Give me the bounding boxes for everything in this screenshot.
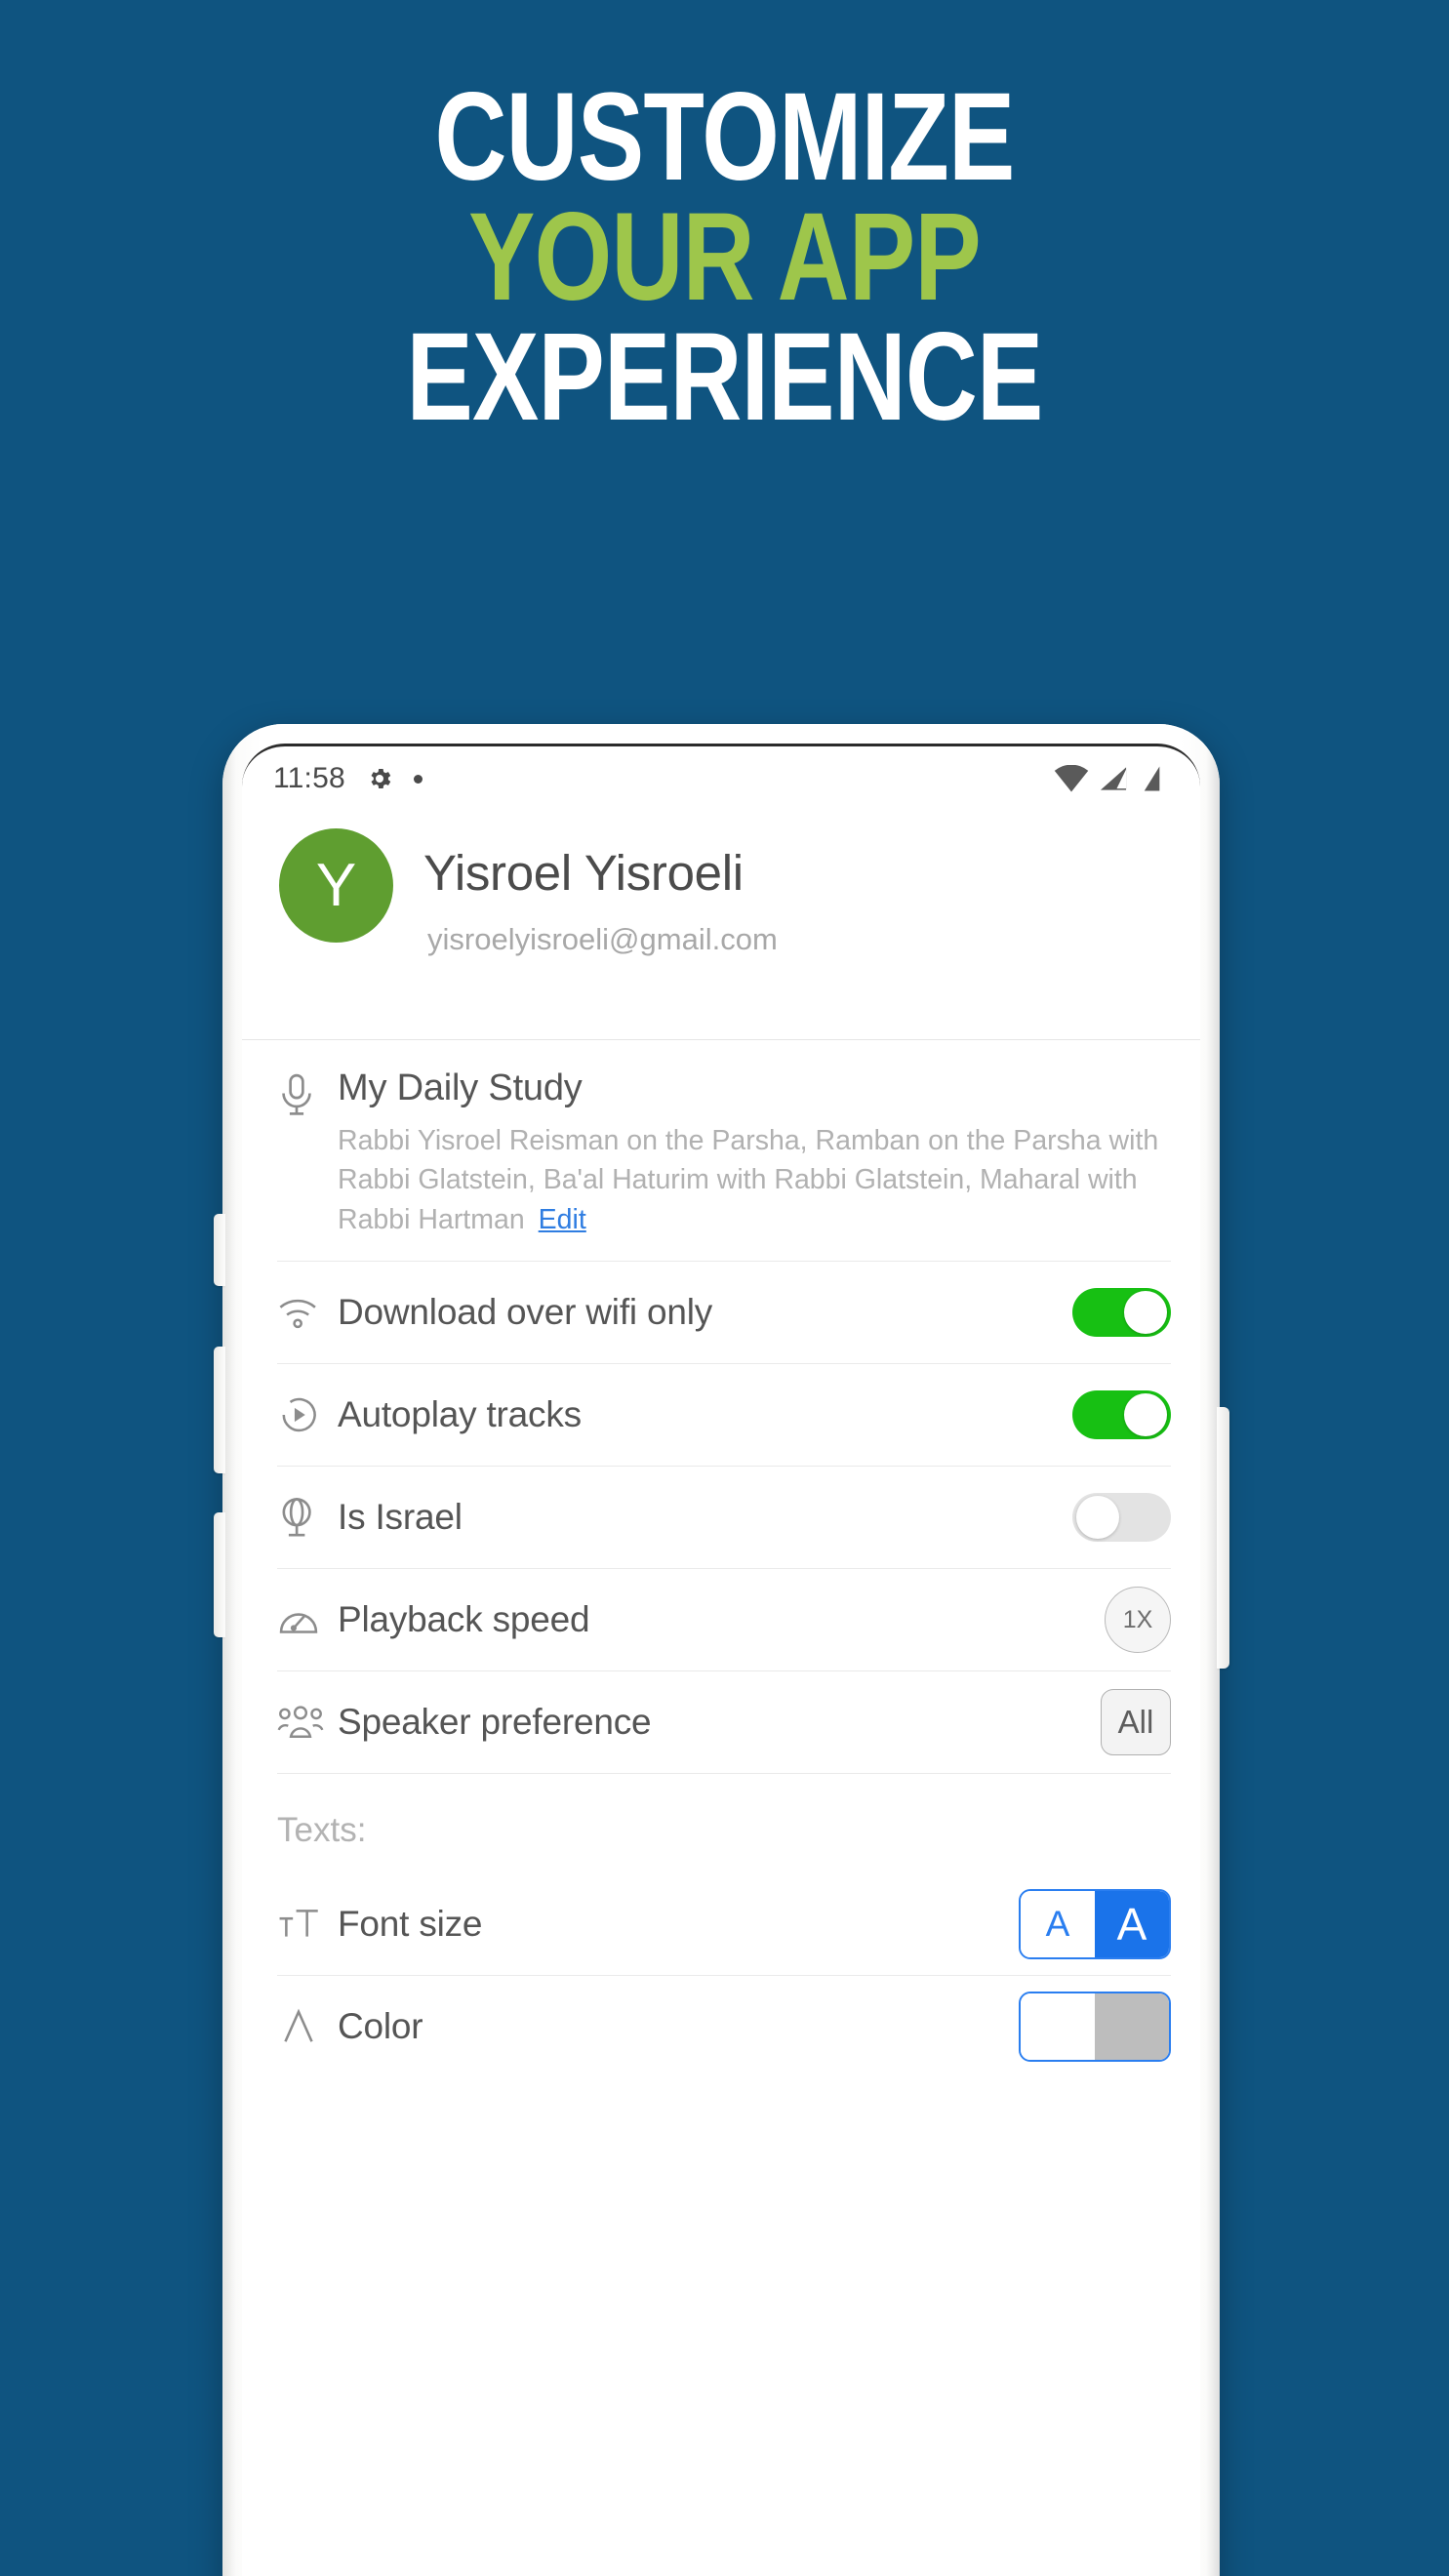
wifi-icon: [1054, 765, 1089, 792]
phone-button-mute[interactable]: [214, 1214, 225, 1286]
font-size-option-small[interactable]: A: [1021, 1891, 1095, 1958]
speedometer-icon: [277, 1599, 338, 1640]
promo-headline: CUSTOMIZE YOUR APP EXPERIENCE: [0, 67, 1449, 447]
toggle-autoplay-tracks[interactable]: [1072, 1390, 1171, 1440]
color-option-light[interactable]: [1021, 1993, 1095, 2061]
phone-screen: 11:58 Y Yisroel Yisroeli yisroelyisroeli…: [242, 744, 1200, 2576]
row-is-israel[interactable]: Is Israel: [242, 1467, 1200, 1568]
row-playback-speed[interactable]: Playback speed 1X: [242, 1569, 1200, 1670]
playback-speed-value[interactable]: 1X: [1105, 1587, 1171, 1654]
section-header-texts: Texts:: [277, 1811, 367, 1850]
status-icons: [1054, 765, 1163, 792]
globe-icon: [277, 1495, 338, 1540]
phone-button-power[interactable]: [1217, 1407, 1229, 1669]
profile-email: yisroelyisroeli@gmail.com: [427, 922, 778, 956]
phone-mockup: 11:58 Y Yisroel Yisroeli yisroelyisroeli…: [214, 724, 1229, 2576]
font-size-segmented-control[interactable]: A A: [1019, 1889, 1171, 1960]
row-autoplay-tracks[interactable]: Autoplay tracks: [242, 1364, 1200, 1466]
toggle-knob: [1076, 1496, 1119, 1540]
people-icon: [277, 1703, 338, 1742]
toggle-knob: [1124, 1393, 1167, 1437]
signal-icon: [1098, 765, 1129, 792]
play-circle-icon: [277, 1393, 338, 1436]
dot-icon: [413, 774, 423, 784]
status-time: 11:58: [273, 762, 345, 794]
setting-label: Playback speed: [338, 1599, 590, 1640]
row-speaker-preference[interactable]: Speaker preference All: [242, 1671, 1200, 1773]
color-segmented-control[interactable]: [1019, 1992, 1171, 2063]
gear-icon: [365, 764, 394, 793]
daily-study-title: My Daily Study: [338, 1067, 583, 1108]
toggle-knob: [1124, 1291, 1167, 1335]
edit-link[interactable]: Edit: [539, 1204, 586, 1235]
battery-icon: [1138, 765, 1163, 792]
speaker-preference-value[interactable]: All: [1101, 1689, 1171, 1756]
setting-label: Color: [338, 2006, 423, 2047]
row-my-daily-study[interactable]: My Daily Study Rabbi Yisroel Reisman on …: [242, 1040, 1200, 1261]
profile-name: Yisroel Yisroeli: [423, 845, 744, 901]
setting-label: Autoplay tracks: [338, 1394, 582, 1435]
profile-header[interactable]: Y Yisroel Yisroeli yisroelyisroeli@gmail…: [242, 811, 1200, 1039]
daily-study-description: Rabbi Yisroel Reisman on the Parsha, Ram…: [338, 1121, 1171, 1239]
daily-study-description-text: Rabbi Yisroel Reisman on the Parsha, Ram…: [338, 1125, 1159, 1235]
toggle-is-israel[interactable]: [1072, 1493, 1171, 1543]
font-size-option-large[interactable]: A: [1095, 1891, 1169, 1958]
font-size-icon: [277, 1904, 338, 1945]
row-download-over-wifi-only[interactable]: Download over wifi only: [242, 1262, 1200, 1363]
avatar: Y: [279, 828, 393, 943]
row-font-size[interactable]: Font size A A: [242, 1873, 1200, 1975]
microphone-icon: [277, 1067, 338, 1239]
headline-line-2: YOUR APP: [468, 186, 981, 327]
setting-label: Font size: [338, 1904, 483, 1945]
phone-button-volume-up[interactable]: [214, 1347, 225, 1473]
wifi-icon: [277, 1295, 338, 1330]
setting-label: Is Israel: [338, 1497, 463, 1538]
row-color[interactable]: Color: [242, 1976, 1200, 2077]
status-bar: 11:58: [242, 746, 1200, 811]
setting-label: Download over wifi only: [338, 1292, 713, 1333]
color-option-dark[interactable]: [1095, 1993, 1169, 2061]
headline-line-3: EXPERIENCE: [406, 306, 1043, 447]
color-icon: [277, 2006, 338, 2047]
toggle-download-over-wifi-only[interactable]: [1072, 1288, 1171, 1338]
headline-line-1: CUSTOMIZE: [434, 67, 1016, 207]
phone-button-volume-down[interactable]: [214, 1512, 225, 1637]
setting-label: Speaker preference: [338, 1702, 652, 1743]
